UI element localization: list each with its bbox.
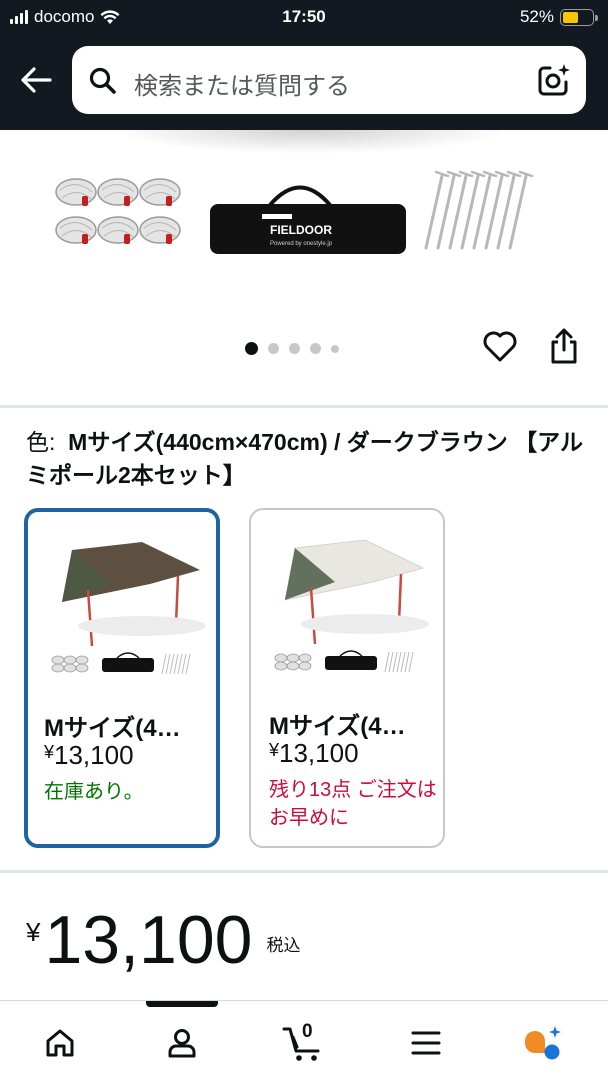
variant-label: 色:: [26, 429, 56, 455]
variant-price: ¥13,100: [269, 738, 359, 768]
currency-symbol: ¥: [26, 917, 41, 947]
stock-status: 残り13点 ご注文はお早めに: [269, 779, 437, 829]
nav-rufus[interactable]: [520, 1021, 564, 1065]
variant-option-selected[interactable]: Mサイズ(4… ¥13,100 在庫あり。: [24, 508, 220, 848]
camera-search-icon[interactable]: [536, 62, 572, 98]
cart-count: 0: [302, 1021, 313, 1042]
carousel-indicator: [245, 342, 339, 355]
product-image: FIELDOOR Powered by onestyle.jp: [55, 170, 534, 254]
share-icon[interactable]: [548, 326, 580, 366]
search-icon: [89, 67, 116, 94]
home-icon: [46, 1029, 74, 1057]
app-header: docomo 17:50 52% 検索または質問する: [0, 0, 608, 130]
battery-icon: [560, 8, 598, 26]
bottom-navigation: 0: [0, 1000, 608, 1080]
divider: [0, 870, 608, 873]
variant-option[interactable]: Mサイズ(4… ¥13,100 残り13点 ご注文はお早めに: [249, 508, 445, 848]
price-amount: 13,100: [44, 902, 253, 978]
arrow-left-icon: [21, 67, 52, 93]
product-price: ¥ 13,100 税込: [26, 905, 300, 975]
heart-icon[interactable]: [482, 328, 518, 364]
carousel-dot: [310, 343, 321, 354]
carousel-dot: [289, 343, 300, 354]
rufus-icon: [525, 1026, 561, 1060]
carry-bag-image: FIELDOOR Powered by onestyle.jp: [210, 185, 406, 254]
nav-account[interactable]: [160, 1021, 204, 1065]
variant-name: Mサイズ(4…: [44, 715, 181, 742]
variant-thumbnail: [274, 539, 429, 673]
account-icon: [168, 1029, 196, 1058]
product-image-gallery[interactable]: FIELDOOR Powered by onestyle.jp: [0, 130, 608, 405]
nav-home[interactable]: [38, 1021, 82, 1065]
clock: 17:50: [282, 7, 326, 26]
search-input[interactable]: 検索または質問する: [134, 66, 350, 101]
carousel-dot: [268, 343, 279, 354]
menu-icon: [411, 1031, 441, 1055]
variant-price: ¥13,100: [44, 740, 134, 770]
variant-thumbnail: [51, 542, 206, 675]
active-tab-indicator: [146, 1001, 218, 1007]
pegs-image: [424, 170, 534, 250]
rope-bundles-image: [55, 178, 181, 244]
svg-text:Powered by onestyle.jp: Powered by onestyle.jp: [270, 241, 333, 247]
variant-value: Mサイズ(440cm×470cm) / ダークブラウン 【アルミポール2本セット…: [26, 429, 583, 488]
status-bar: docomo 17:50 52%: [0, 0, 608, 36]
stock-status: 在庫あり。: [44, 781, 144, 803]
back-button[interactable]: [16, 60, 56, 100]
svg-text:FIELDOOR: FIELDOOR: [270, 223, 332, 237]
divider: [0, 405, 608, 408]
variant-selection-title: 色: Mサイズ(440cm×470cm) / ダークブラウン 【アルミポール2本…: [26, 426, 586, 492]
nav-cart[interactable]: 0: [282, 1021, 326, 1065]
battery-percent: 52%: [519, 7, 554, 26]
carousel-dot: [331, 344, 339, 353]
nav-menu[interactable]: [404, 1021, 448, 1065]
search-bar[interactable]: 検索または質問する: [72, 46, 586, 114]
variant-name: Mサイズ(4…: [269, 713, 406, 740]
carousel-dot: [245, 342, 258, 355]
tax-included-label: 税込: [266, 936, 301, 955]
